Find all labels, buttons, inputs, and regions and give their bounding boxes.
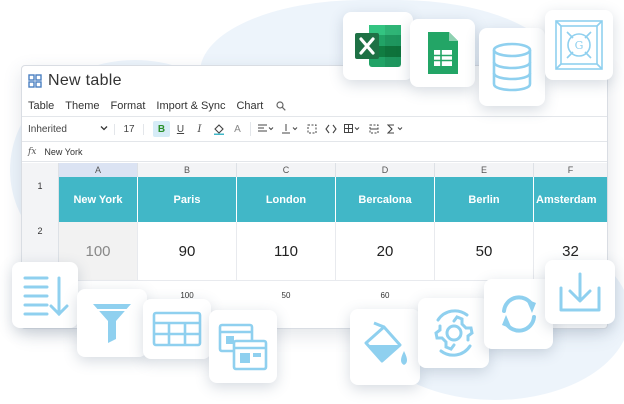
- column-header-d[interactable]: D: [336, 163, 435, 178]
- sync-card: [484, 279, 553, 349]
- ornamental-badge-icon: G: [555, 20, 603, 70]
- menu-import-sync[interactable]: Import & Sync: [156, 100, 225, 112]
- table-layout-card: [143, 299, 211, 359]
- menu-format[interactable]: Format: [111, 100, 146, 112]
- google-sheets-card: [410, 19, 475, 87]
- font-size-input[interactable]: 17: [115, 123, 144, 135]
- settings-card: [418, 298, 489, 368]
- italic-label: I: [197, 123, 202, 135]
- text-color-label: A: [234, 123, 241, 135]
- windows-icon: [218, 323, 268, 370]
- sort-card: [12, 262, 78, 328]
- sum-function-button[interactable]: [384, 121, 406, 137]
- sort-descending-icon: [23, 276, 69, 317]
- table-cell[interactable]: 90: [138, 222, 237, 281]
- wordpress-plugin-card: G: [545, 10, 613, 80]
- row-header-1[interactable]: 1: [22, 177, 59, 223]
- table-header-cell[interactable]: Paris: [138, 177, 237, 222]
- bold-label: B: [157, 123, 166, 135]
- responsive-layout-card: [209, 310, 277, 383]
- table-cell[interactable]: 50: [237, 280, 335, 310]
- menu-theme[interactable]: Theme: [65, 100, 99, 112]
- align-bottom-icon: [282, 124, 298, 134]
- filter-card: [77, 289, 147, 357]
- column-header-e[interactable]: E: [435, 163, 534, 178]
- table-cell[interactable]: 110: [237, 222, 336, 281]
- excel-card: [343, 12, 413, 80]
- refresh-icon: [501, 295, 536, 333]
- database-icon: [492, 42, 532, 92]
- bold-button[interactable]: B: [153, 121, 170, 137]
- font-select-value: Inherited: [28, 123, 67, 135]
- svg-text:G: G: [575, 39, 584, 52]
- underline-button[interactable]: U: [172, 121, 189, 137]
- cells-icon: [369, 124, 378, 134]
- align-button[interactable]: [255, 121, 277, 137]
- underline-label: U: [176, 123, 185, 135]
- fx-label: fx: [28, 146, 37, 157]
- merge-cells-button[interactable]: [303, 121, 320, 137]
- font-select[interactable]: Inherited: [28, 123, 115, 135]
- column-header-a[interactable]: A: [59, 163, 138, 178]
- code-icon: [324, 124, 337, 134]
- menu-chart[interactable]: Chart: [236, 100, 263, 112]
- google-sheets-icon: [427, 32, 458, 74]
- toolbar-divider: [250, 122, 251, 136]
- text-color-button[interactable]: A: [229, 121, 246, 137]
- table-header-cell[interactable]: New York: [59, 177, 138, 222]
- filter-cells-button[interactable]: [365, 121, 382, 137]
- table-logo-icon: [28, 74, 42, 88]
- table-header-cell[interactable]: London: [237, 177, 336, 222]
- gear-sync-icon: [433, 309, 474, 357]
- paint-bucket-icon: [364, 321, 407, 365]
- insert-table-button[interactable]: [341, 121, 363, 137]
- align-left-icon: [258, 124, 274, 132]
- download-icon: [559, 272, 601, 312]
- database-card: [479, 28, 545, 106]
- table-cell[interactable]: 20: [336, 222, 435, 281]
- paint-bucket-icon: [213, 124, 224, 135]
- chevron-down-icon: [100, 125, 108, 130]
- search-icon[interactable]: [276, 101, 287, 111]
- excel-icon: [355, 25, 401, 67]
- formula-bar: fx New York: [22, 142, 607, 162]
- column-header-b[interactable]: B: [138, 163, 237, 178]
- menu-table[interactable]: Table: [28, 100, 54, 112]
- funnel-icon: [93, 304, 131, 343]
- formula-input[interactable]: New York: [44, 147, 82, 157]
- download-card: [545, 260, 615, 324]
- embed-code-button[interactable]: [322, 121, 339, 137]
- vertical-align-button[interactable]: [279, 121, 301, 137]
- grid-corner: [22, 163, 59, 178]
- column-header-c[interactable]: C: [237, 163, 336, 178]
- paint-bucket-card: [350, 309, 420, 385]
- table-cell[interactable]: 50: [435, 222, 534, 281]
- table-header-cell[interactable]: Bercalona: [336, 177, 435, 222]
- table-header-cell[interactable]: Berlin: [435, 177, 534, 222]
- table-grid-icon: [344, 124, 360, 133]
- formatting-toolbar: Inherited 17 B U I A: [22, 116, 607, 142]
- fill-color-button[interactable]: [210, 121, 227, 137]
- merge-icon: [307, 124, 316, 134]
- italic-button[interactable]: I: [191, 121, 208, 137]
- page-title: New table: [48, 72, 122, 89]
- column-header-f[interactable]: F: [534, 163, 607, 178]
- table-header-cell[interactable]: Amsterdam: [534, 177, 607, 222]
- table-grid-icon: [152, 311, 202, 347]
- sigma-icon: [387, 124, 403, 134]
